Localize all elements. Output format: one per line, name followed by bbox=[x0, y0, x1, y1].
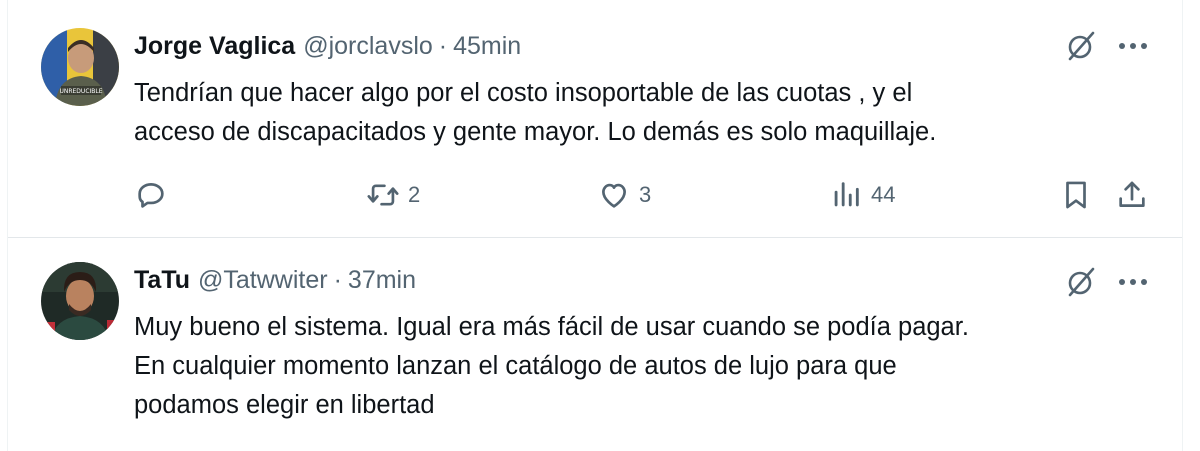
tweet-actions: 2 3 44 bbox=[134, 175, 1164, 215]
share-icon bbox=[1119, 181, 1145, 207]
reply-icon bbox=[138, 183, 164, 208]
tweet-text-line: En cualquier momento lanzan el catálogo … bbox=[134, 352, 897, 380]
grok-icon[interactable] bbox=[1063, 264, 1099, 300]
avatar[interactable] bbox=[41, 262, 119, 340]
tweet[interactable]: UNREDUCIBLE Jorge Vaglica @jorclavslo · … bbox=[8, 0, 1182, 238]
user-handle[interactable]: @jorclavslo bbox=[303, 32, 433, 61]
heart-icon bbox=[602, 183, 626, 208]
bookmark-button[interactable] bbox=[1059, 175, 1093, 215]
more-icon[interactable] bbox=[1115, 264, 1151, 300]
views-button[interactable]: 44 bbox=[829, 175, 895, 215]
retweet-count: 2 bbox=[408, 182, 421, 207]
views-icon bbox=[834, 182, 859, 207]
retweet-icon bbox=[367, 184, 399, 206]
grok-icon[interactable] bbox=[1063, 28, 1099, 64]
header-separator: · bbox=[333, 266, 342, 294]
user-handle[interactable]: @Tatwwiter bbox=[198, 266, 328, 295]
bookmark-icon bbox=[1066, 181, 1086, 209]
timestamp[interactable]: 45min bbox=[453, 32, 521, 61]
display-name[interactable]: TaTu bbox=[134, 266, 190, 295]
tweet-header: Jorge Vaglica @jorclavslo · 45min bbox=[134, 32, 521, 62]
retweet-button[interactable]: 2 bbox=[366, 175, 420, 215]
tweet-text-line: acceso de discapacitados y gente mayor. … bbox=[134, 118, 937, 146]
tweet[interactable]: TaTu @Tatwwiter · 37min Muy bueno el sis… bbox=[8, 239, 1182, 451]
tweet-text: Muy bueno el sistema. Igual era más fáci… bbox=[134, 308, 1134, 425]
reply-button[interactable] bbox=[134, 175, 168, 215]
like-count: 3 bbox=[639, 182, 652, 207]
tweet-text-line: podamos elegir en libertad bbox=[134, 391, 435, 419]
tweet-text-line: Muy bueno el sistema. Igual era más fáci… bbox=[134, 313, 969, 341]
timeline: UNREDUCIBLE Jorge Vaglica @jorclavslo · … bbox=[7, 0, 1183, 451]
timestamp[interactable]: 37min bbox=[348, 266, 416, 295]
views-count: 44 bbox=[871, 182, 896, 207]
share-button[interactable] bbox=[1115, 175, 1149, 215]
like-button[interactable]: 3 bbox=[597, 175, 651, 215]
tweet-header: TaTu @Tatwwiter · 37min bbox=[134, 266, 416, 296]
avatar[interactable]: UNREDUCIBLE bbox=[41, 28, 119, 106]
display-name[interactable]: Jorge Vaglica bbox=[134, 32, 295, 61]
avatar-shirt-text: UNREDUCIBLE bbox=[59, 88, 102, 95]
tweet-text: Tendrían que hacer algo por el costo ins… bbox=[134, 74, 1134, 152]
header-separator: · bbox=[438, 32, 448, 60]
more-icon[interactable] bbox=[1115, 28, 1151, 64]
tweet-text-line: Tendrían que hacer algo por el costo ins… bbox=[134, 79, 913, 107]
